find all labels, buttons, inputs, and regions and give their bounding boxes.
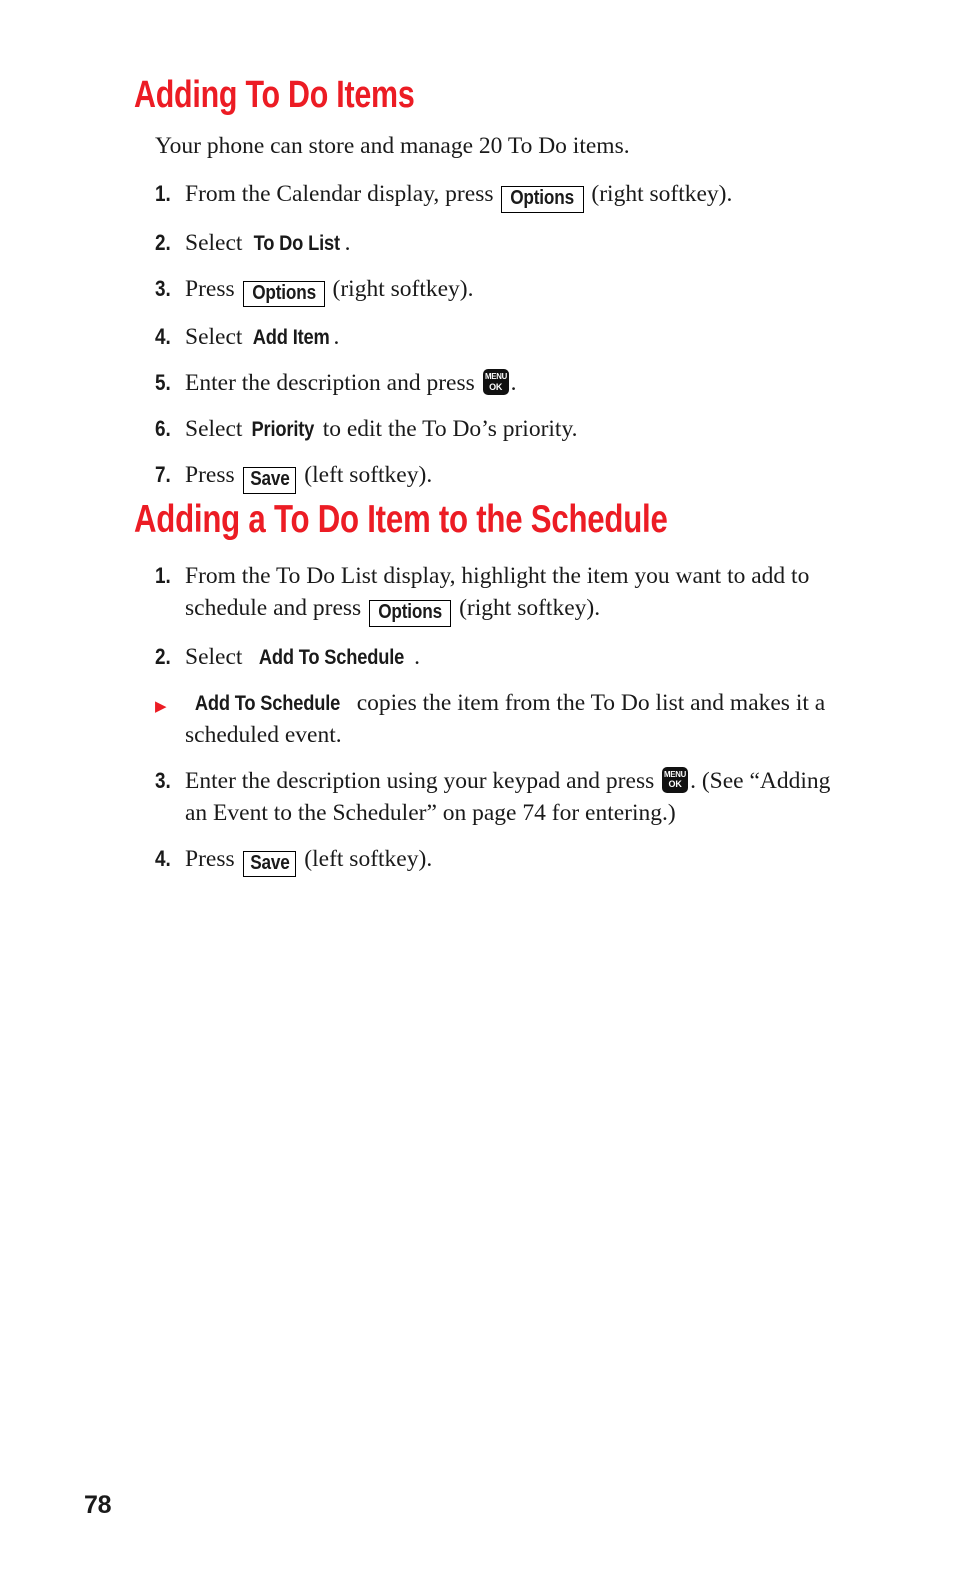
- step-number: 2.: [155, 229, 171, 255]
- step-text: Add To Schedule copies the item from the…: [185, 687, 855, 751]
- step-number: 5.: [155, 370, 171, 396]
- step-number: 2.: [155, 643, 171, 669]
- page-title: Adding To Do Items: [134, 74, 415, 116]
- section-title-schedule: Adding a To Do Item to the Schedule: [134, 498, 668, 541]
- step-text: Select Priority to edit the To Do’s prio…: [185, 413, 855, 445]
- step-number: 6.: [155, 416, 171, 442]
- body-text: Select: [185, 324, 249, 351]
- step-text: Press Save (left softkey).: [185, 459, 855, 494]
- ui-term: Add To Schedule: [258, 644, 405, 669]
- body-text: Select: [185, 416, 249, 443]
- ui-term: To Do List: [253, 230, 340, 255]
- ui-term: Add Item: [252, 325, 330, 350]
- step-number: 4.: [155, 324, 171, 350]
- body-text: Press: [185, 845, 241, 872]
- softkey-text: Options: [251, 281, 316, 304]
- body-text: Enter the description and press: [185, 370, 481, 397]
- step-number: 3.: [155, 767, 171, 793]
- note-item: ▶ Add To Schedule copies the item from th…: [155, 687, 855, 751]
- step-text: Press Save (left softkey).: [185, 843, 855, 878]
- step-text: Select Add To Schedule.: [185, 641, 855, 673]
- step-item: 4. Press Save (left softkey).: [155, 843, 855, 878]
- body-text: Enter the description using your keypad …: [185, 767, 661, 794]
- steps-list-adding-to-schedule: 1. From the To Do List display, highlight…: [155, 560, 855, 891]
- step-item: 3. Enter the description using your keypa…: [155, 765, 855, 829]
- body-text: Press: [185, 462, 241, 489]
- body-text: (right softkey).: [326, 275, 474, 302]
- menu-ok-key-icon: MENU OK: [662, 766, 689, 793]
- step-text: From the To Do List display, highlight t…: [185, 560, 855, 627]
- menu-ok-key-icon: MENU OK: [482, 369, 509, 396]
- section-heading-wrapper-2: Adding a To Do Item to the Schedule: [134, 498, 801, 541]
- step-text: Select To Do List.: [185, 227, 855, 259]
- body-text: to edit the To Do’s priority.: [316, 416, 578, 443]
- step-text: Enter the description using your keypad …: [185, 765, 855, 829]
- body-text: From the Calendar display, press: [185, 181, 500, 207]
- body-text: Press: [185, 275, 241, 302]
- step-item: 6. Select Priority to edit the To Do’s pr…: [155, 413, 855, 445]
- body-text: Select: [185, 229, 249, 256]
- step-item: 4. Select Add Item.: [155, 321, 855, 353]
- page-number: 78: [84, 1491, 112, 1519]
- softkey-label-options: Options: [242, 280, 325, 308]
- menu-ok-key-line1: MENU: [664, 768, 687, 779]
- body-text: .: [414, 643, 421, 670]
- section-heading-wrapper: Adding To Do Items: [134, 74, 485, 116]
- step-item: 2. Select Add To Schedule.: [155, 641, 855, 673]
- softkey-label-save: Save: [242, 850, 297, 878]
- menu-ok-key-line2: OK: [489, 381, 503, 392]
- body-text: .: [344, 229, 351, 256]
- softkey-text: Options: [510, 187, 575, 209]
- step-item: 3. Press Options (right softkey).: [155, 273, 855, 308]
- body-text: (left softkey).: [298, 462, 433, 489]
- step-item: 1. From the Calendar display, press Optio…: [155, 178, 855, 213]
- intro-paragraph: Your phone can store and manage 20 To Do…: [155, 133, 630, 159]
- body-text: (right softkey).: [453, 595, 601, 621]
- body-text: .: [510, 370, 517, 397]
- triangle-bullet-icon: ▶: [155, 696, 167, 715]
- step-number: 7.: [155, 462, 171, 488]
- ui-term: Priority: [251, 417, 314, 442]
- softkey-text: Save: [249, 851, 290, 874]
- step-text: Select Add Item.: [185, 321, 855, 353]
- menu-ok-key-line2: OK: [668, 779, 682, 790]
- step-number: 1.: [155, 181, 171, 206]
- step-text: Enter the description and press MENU OK.: [185, 367, 855, 399]
- step-number: 4.: [155, 845, 171, 871]
- steps-list-adding-to-do-items: 1. From the Calendar display, press Optio…: [155, 178, 855, 508]
- step-item: 7. Press Save (left softkey).: [155, 459, 855, 494]
- ui-term: Add To Schedule: [195, 690, 341, 715]
- step-number: 1.: [155, 563, 171, 588]
- step-item: 1. From the To Do List display, highlight…: [155, 560, 855, 627]
- softkey-text: Save: [249, 468, 290, 491]
- step-number: 3.: [155, 275, 171, 301]
- menu-ok-key-line1: MENU: [484, 371, 507, 382]
- body-text: Select: [185, 643, 249, 670]
- step-text: From the Calendar display, press Options…: [185, 178, 855, 213]
- step-text: Press Options (right softkey).: [185, 273, 855, 308]
- softkey-label-options: Options: [369, 600, 452, 627]
- body-text: (left softkey).: [298, 845, 433, 872]
- manual-page: Adding To Do Items Your phone can store …: [0, 0, 954, 1590]
- softkey-label-save: Save: [242, 467, 297, 494]
- body-text: .: [333, 324, 340, 351]
- body-text: (right softkey).: [585, 181, 733, 207]
- step-item: 5. Enter the description and press MENU OK…: [155, 367, 855, 399]
- softkey-text: Options: [378, 601, 443, 623]
- softkey-label-options: Options: [501, 186, 584, 213]
- step-item: 2. Select To Do List.: [155, 227, 855, 259]
